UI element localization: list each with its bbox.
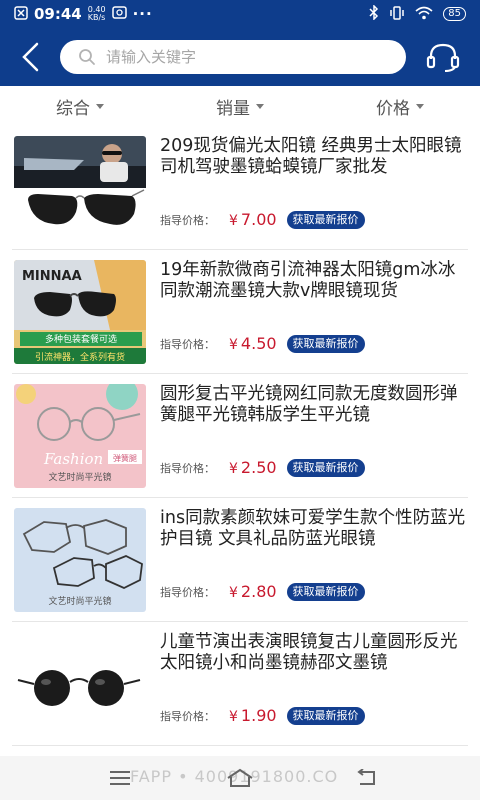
more-notifications: ···	[132, 5, 153, 23]
currency-symbol: ¥	[229, 709, 238, 725]
product-title[interactable]: 儿童节演出表演眼镜复古儿童圆形反光太阳镜小和尚墨镜赫邵文墨镜	[160, 632, 470, 674]
product-image-badge: 弹簧腿	[113, 453, 137, 463]
sort-price[interactable]: 价格	[320, 86, 480, 126]
menu-button[interactable]	[100, 764, 140, 792]
product-image[interactable]: MINNAA 多种包装套餐可选 引流神器，全系列有货	[14, 260, 146, 364]
sort-comprehensive[interactable]: 综合	[0, 86, 160, 126]
notification-x-icon	[14, 5, 28, 23]
product-image-caption: 文艺时尚平光镜	[48, 595, 111, 607]
back-arrow-icon	[357, 769, 375, 785]
product-image-caption: 文艺时尚平光镜	[48, 471, 111, 483]
network-speed: 0.40 KB/s	[88, 6, 106, 22]
search-bar[interactable]	[60, 40, 406, 74]
battery-indicator: 85	[443, 7, 466, 21]
product-item[interactable]: Fashion 弹簧腿 文艺时尚平光镜 圆形复古平光镜网红同款无度数圆形弹簧腿平…	[12, 374, 468, 498]
price-value: 1.90	[240, 706, 277, 725]
product-image[interactable]: Fashion 弹簧腿 文艺时尚平光镜	[14, 384, 146, 488]
sort-bar: 综合 销量 价格	[0, 86, 480, 126]
caret-down-icon	[416, 103, 424, 109]
price-value: 2.80	[240, 582, 277, 601]
product-image-promo: 引流神器，全系列有货	[35, 351, 125, 363]
product-price: ¥2.50	[229, 458, 277, 477]
price-row: 指导价格： ¥2.80 获取最新报价	[160, 582, 365, 601]
get-quote-button[interactable]: 获取最新报价	[286, 582, 365, 601]
headset-icon	[426, 43, 460, 72]
menu-icon	[110, 771, 130, 785]
vibrate-icon	[389, 5, 405, 23]
sort-label: 价格	[376, 98, 410, 119]
price-row: 指导价格： ¥1.90 获取最新报价	[160, 706, 365, 725]
network-speed-unit: KB/s	[87, 13, 106, 22]
message-icon	[111, 5, 127, 23]
price-value: 4.50	[240, 334, 277, 353]
price-value: 7.00	[240, 210, 277, 229]
home-icon	[227, 768, 253, 787]
price-row: 指导价格： ¥2.50 获取最新报价	[160, 458, 365, 477]
product-item[interactable]: MINNAA 多种包装套餐可选 引流神器，全系列有货 19年新款微商引流神器太阳…	[12, 250, 468, 374]
bluetooth-icon	[369, 4, 379, 23]
price-row: 指导价格： ¥4.50 获取最新报价	[160, 334, 365, 353]
product-list: 209现货偏光太阳镜 经典男士太阳眼镜司机驾驶墨镜蛤蟆镜厂家批发 指导价格： ¥…	[0, 126, 480, 746]
product-image[interactable]	[14, 136, 146, 240]
chevron-left-icon	[22, 42, 39, 72]
product-item[interactable]: 209现货偏光太阳镜 经典男士太阳眼镜司机驾驶墨镜蛤蟆镜厂家批发 指导价格： ¥…	[12, 126, 468, 250]
product-price: ¥4.50	[229, 334, 277, 353]
price-value: 2.50	[240, 458, 277, 477]
search-icon	[79, 49, 95, 65]
price-label: 指导价格：	[160, 461, 215, 475]
product-image-script: Fashion	[43, 450, 103, 468]
back-nav-button[interactable]	[346, 764, 386, 792]
caret-down-icon	[96, 103, 104, 109]
caret-down-icon	[256, 103, 264, 109]
product-image-promo: 多种包装套餐可选	[45, 333, 117, 345]
price-label: 指导价格：	[160, 337, 215, 351]
back-button[interactable]	[0, 28, 60, 86]
search-input[interactable]	[106, 48, 376, 66]
product-item[interactable]: 文艺时尚平光镜 ins同款素颜软妹可爱学生款个性防蓝光护目镜 文具礼品防蓝光眼镜…	[12, 498, 468, 622]
currency-symbol: ¥	[229, 337, 238, 353]
status-time: 09:44	[34, 5, 82, 23]
product-title[interactable]: 209现货偏光太阳镜 经典男士太阳眼镜司机驾驶墨镜蛤蟆镜厂家批发	[160, 136, 470, 178]
get-quote-button[interactable]: 获取最新报价	[286, 334, 365, 353]
get-quote-button[interactable]: 获取最新报价	[286, 706, 365, 725]
product-price: ¥7.00	[229, 210, 277, 229]
get-quote-button[interactable]: 获取最新报价	[286, 210, 365, 229]
product-price: ¥1.90	[229, 706, 277, 725]
product-item[interactable]: 儿童节演出表演眼镜复古儿童圆形反光太阳镜小和尚墨镜赫邵文墨镜 指导价格： ¥1.…	[12, 622, 468, 746]
system-nav-bar: FAPP • 4009191800.CO	[0, 756, 480, 800]
get-quote-button[interactable]: 获取最新报价	[286, 458, 365, 477]
product-price: ¥2.80	[229, 582, 277, 601]
currency-symbol: ¥	[229, 585, 238, 601]
price-label: 指导价格：	[160, 585, 215, 599]
currency-symbol: ¥	[229, 213, 238, 229]
product-title[interactable]: 圆形复古平光镜网红同款无度数圆形弹簧腿平光镜韩版学生平光镜	[160, 384, 470, 426]
currency-symbol: ¥	[229, 461, 238, 477]
price-label: 指导价格：	[160, 709, 215, 723]
price-row: 指导价格： ¥7.00 获取最新报价	[160, 210, 365, 229]
customer-service-button[interactable]	[406, 28, 480, 86]
product-title[interactable]: ins同款素颜软妹可爱学生款个性防蓝光护目镜 文具礼品防蓝光眼镜	[160, 508, 470, 550]
home-button[interactable]	[220, 764, 260, 792]
price-label: 指导价格：	[160, 213, 215, 227]
product-image[interactable]	[14, 632, 146, 736]
sort-label: 销量	[216, 98, 250, 119]
top-header	[0, 28, 480, 86]
sort-sales[interactable]: 销量	[160, 86, 320, 126]
sort-label: 综合	[56, 98, 90, 119]
product-image[interactable]: 文艺时尚平光镜	[14, 508, 146, 612]
status-bar: 09:44 0.40 KB/s ··· 85	[0, 0, 480, 28]
product-title[interactable]: 19年新款微商引流神器太阳镜gm冰冰同款潮流墨镜大款v牌眼镜现货	[160, 260, 470, 302]
product-image-brand: MINNAA	[22, 269, 82, 284]
wifi-icon	[415, 6, 433, 23]
